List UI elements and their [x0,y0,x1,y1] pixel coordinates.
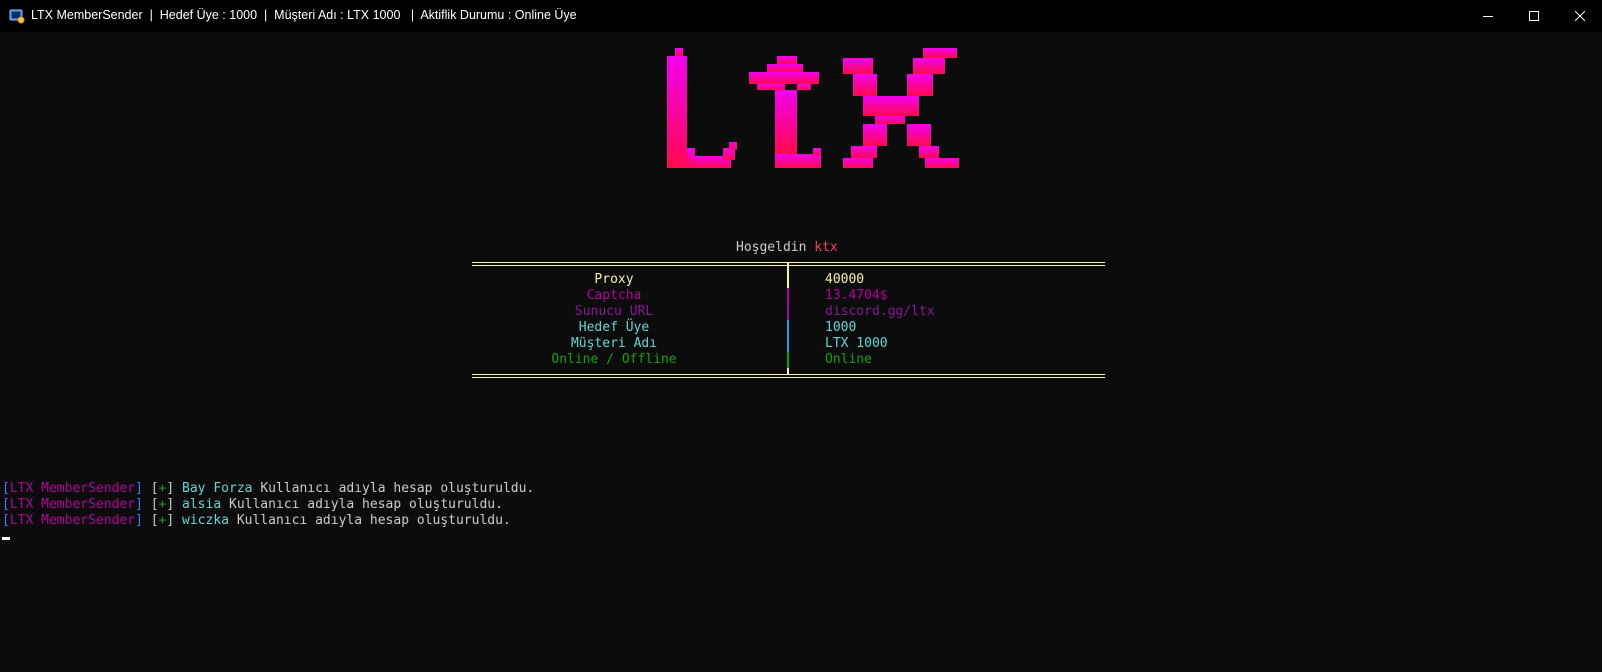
stats-value: Online [825,352,872,367]
stats-value: LTX 1000 [825,336,888,351]
log-bracket: [ [2,497,10,512]
stats-value: discord.gg/ltx [825,304,935,319]
log-bracket: ] [135,497,143,512]
log-source: LTX MemberSender [9,513,136,528]
stats-separator [787,272,789,288]
close-button[interactable] [1557,0,1602,32]
welcome-prefix: Hoşgeldin [736,240,807,255]
close-icon [1575,11,1585,21]
log-line: [LTX MemberSender] [+] wiczka Kullanıcı … [2,513,511,529]
stats-separator [787,352,789,368]
maximize-button[interactable] [1511,0,1557,32]
log-message: Kullanıcı adıyla hesap oluşturuldu. [260,481,535,496]
stats-separator [787,368,789,375]
welcome-message: Hoşgeldin ktx [736,240,838,256]
stats-label: Hedef Üye [578,320,650,335]
maximize-icon [1529,11,1539,21]
log-bracket: ] [166,513,175,528]
log-message: Kullanıcı adıyla hesap oluşturuldu. [229,497,503,512]
log-source: LTX MemberSender [9,497,136,512]
log-bracket: ] [166,497,175,512]
log-bracket: ] [166,481,175,496]
table-bottom-rule-2 [472,377,1105,378]
log-bracket: ] [135,513,143,528]
log-line: [LTX MemberSender] [+] Bay Forza Kullanı… [2,481,534,497]
terminal-app-icon [9,9,25,24]
log-message: Kullanıcı adıyla hesap oluşturuldu. [236,513,511,528]
log-bracket: [ [2,513,10,528]
stats-separator [787,262,789,272]
minimize-button[interactable] [1465,0,1511,32]
text-cursor [2,537,10,540]
log-bracket: ] [135,481,143,496]
log-bracket: [ [150,481,159,496]
title-bar: LTX MemberSender | Hedef Üye : 1000 | Mü… [0,0,1602,32]
stats-label: Müşteri Adı [570,336,658,351]
log-line: [LTX MemberSender] [+] alsia Kullanıcı a… [2,497,503,513]
stats-separator [787,336,789,352]
stats-label: Captcha [586,288,642,303]
stats-separator [787,320,789,336]
window-title: LTX MemberSender | Hedef Üye : 1000 | Mü… [31,8,577,22]
stats-label: Sunucu URL [574,304,654,319]
stats-value: 40000 [825,272,865,287]
stats-separator [787,304,789,320]
stats-value: 13.4704$ [825,288,888,303]
log-username: alsia [182,497,222,512]
welcome-username: ktx [814,240,838,255]
stats-label: Proxy [594,272,634,287]
ltx-ascii-logo [667,48,959,168]
log-username: Bay Forza [182,481,253,496]
stats-separator [787,288,789,304]
log-source: LTX MemberSender [9,481,136,496]
log-bracket: [ [2,481,10,496]
stats-value: 1000 [825,320,857,335]
stats-label: Online / Offline [551,352,677,367]
log-bracket: [ [150,513,159,528]
log-bracket: [ [150,497,159,512]
log-username: wiczka [182,513,229,528]
minimize-icon [1483,16,1493,17]
